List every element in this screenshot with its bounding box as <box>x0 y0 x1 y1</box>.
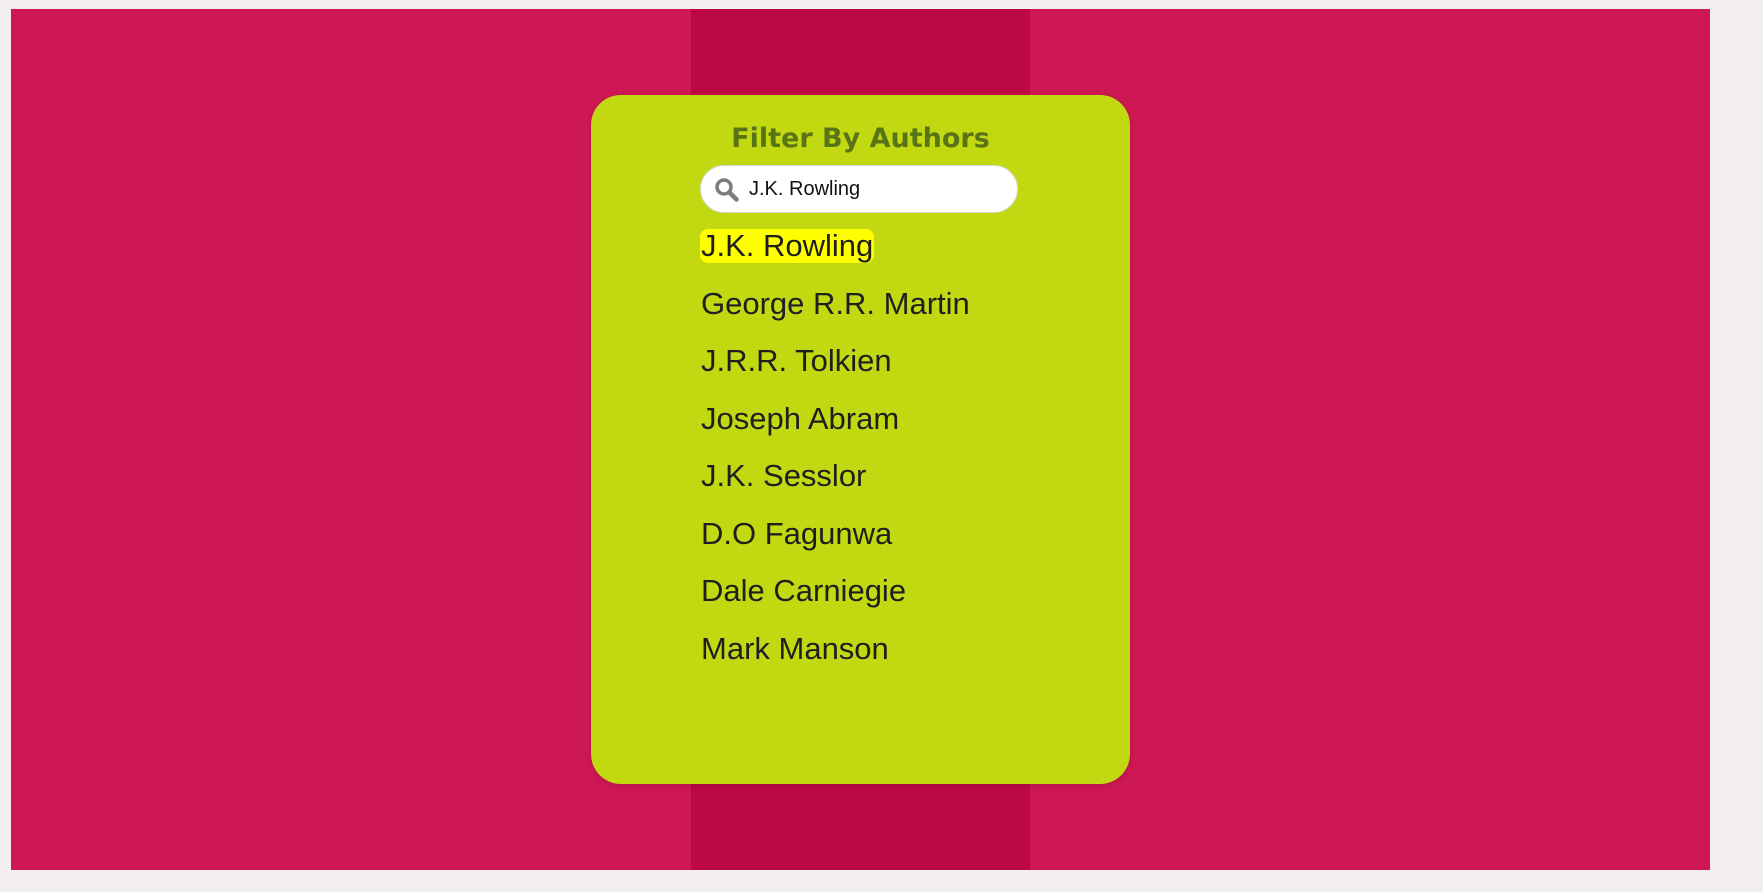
author-name: Dale Carniegie <box>701 573 907 608</box>
author-item[interactable]: Dale Carniegie <box>700 571 971 629</box>
author-item[interactable]: Mark Manson <box>700 629 971 687</box>
author-item[interactable]: J.K. Sesslor <box>700 456 971 514</box>
search-input[interactable] <box>749 166 1004 212</box>
search-icon <box>714 177 740 203</box>
author-item[interactable]: George R.R. Martin <box>700 284 971 342</box>
author-name: Mark Manson <box>701 630 889 666</box>
author-name: Joseph Abram <box>701 400 900 436</box>
author-item[interactable]: D.O Fagunwa <box>700 514 971 572</box>
filter-title: Filter By Authors <box>731 123 990 154</box>
author-name: J.K. Sesslor <box>701 458 867 493</box>
page-background: Filter By Authors J.K. Rowling George R.… <box>11 9 1710 870</box>
author-name: D.O Fagunwa <box>701 515 893 551</box>
author-list: J.K. Rowling George R.R. Martin J.R.R. T… <box>700 226 971 686</box>
author-item[interactable]: Joseph Abram <box>700 399 971 457</box>
search-box[interactable] <box>700 165 1018 213</box>
filter-card: Filter By Authors J.K. Rowling George R.… <box>591 95 1130 784</box>
author-name: J.K. Rowling <box>700 228 875 263</box>
author-name: George R.R. Martin <box>701 285 970 321</box>
author-item[interactable]: J.R.R. Tolkien <box>700 341 971 399</box>
author-name: J.R.R. Tolkien <box>701 343 892 378</box>
author-item[interactable]: J.K. Rowling <box>700 226 971 284</box>
